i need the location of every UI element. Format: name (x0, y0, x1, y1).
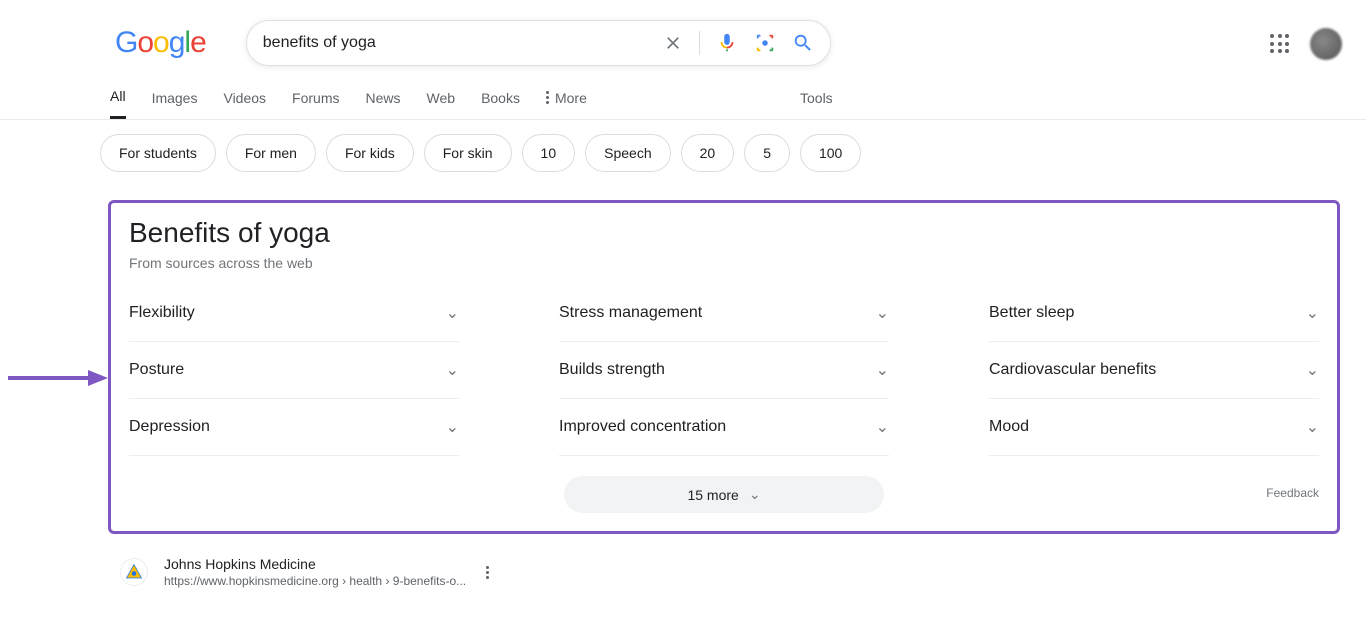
featured-title: Benefits of yoga (129, 217, 1319, 249)
benefit-item[interactable]: Stress management ⌄ (559, 297, 889, 342)
tab-all[interactable]: All (110, 88, 126, 119)
benefit-label: Better sleep (989, 304, 1074, 322)
search-icon[interactable] (792, 32, 814, 54)
chevron-down-icon: ⌄ (446, 303, 459, 323)
chevron-down-icon: ⌄ (876, 417, 889, 437)
chevron-down-icon: ⌄ (1306, 417, 1319, 437)
more-button-label: 15 more (687, 487, 738, 503)
chip-for-men[interactable]: For men (226, 134, 316, 172)
benefit-label: Stress management (559, 304, 702, 322)
chip-100[interactable]: 100 (800, 134, 861, 172)
chevron-down-icon: ⌄ (1306, 360, 1319, 380)
chip-speech[interactable]: Speech (585, 134, 670, 172)
account-avatar[interactable] (1310, 28, 1342, 60)
tab-forums[interactable]: Forums (292, 90, 339, 118)
chip-for-kids[interactable]: For kids (326, 134, 414, 172)
tab-images[interactable]: Images (152, 90, 198, 118)
result-favicon (120, 558, 148, 586)
clear-icon[interactable] (663, 33, 683, 53)
benefit-label: Posture (129, 361, 184, 379)
more-label: More (555, 90, 587, 106)
benefits-grid: Flexibility ⌄ Stress management ⌄ Better s… (129, 297, 1319, 456)
tools-button[interactable]: Tools (800, 90, 833, 118)
benefit-item[interactable]: Flexibility ⌄ (129, 297, 459, 342)
google-logo[interactable]: Google (115, 26, 206, 60)
benefit-item[interactable]: Mood ⌄ (989, 399, 1319, 456)
result-menu-icon[interactable] (486, 566, 489, 579)
apps-icon[interactable] (1268, 32, 1292, 56)
more-dots-icon (546, 91, 549, 104)
chip-for-students[interactable]: For students (100, 134, 216, 172)
tab-books[interactable]: Books (481, 90, 520, 118)
search-box[interactable] (246, 20, 831, 66)
search-result[interactable]: Johns Hopkins Medicine https://www.hopki… (0, 534, 1366, 588)
benefit-item[interactable]: Builds strength ⌄ (559, 342, 889, 399)
chip-5[interactable]: 5 (744, 134, 790, 172)
benefit-label: Improved concentration (559, 418, 726, 436)
benefit-label: Builds strength (559, 361, 665, 379)
benefit-item[interactable]: Depression ⌄ (129, 399, 459, 456)
benefit-label: Cardiovascular benefits (989, 361, 1156, 379)
tab-videos[interactable]: Videos (223, 90, 266, 118)
show-more-button[interactable]: 15 more ⌄ (564, 476, 884, 513)
featured-subtitle: From sources across the web (129, 255, 1319, 271)
result-site-name: Johns Hopkins Medicine (164, 556, 466, 572)
benefit-label: Flexibility (129, 304, 195, 322)
chevron-down-icon: ⌄ (876, 360, 889, 380)
benefit-item[interactable]: Better sleep ⌄ (989, 297, 1319, 342)
feedback-link[interactable]: Feedback (1266, 486, 1319, 500)
chevron-down-icon: ⌄ (876, 303, 889, 323)
chip-for-skin[interactable]: For skin (424, 134, 512, 172)
search-input[interactable] (263, 34, 663, 52)
chevron-down-icon: ⌄ (1306, 303, 1319, 323)
chevron-down-icon: ⌄ (446, 417, 459, 437)
arrow-annotation-icon (8, 368, 108, 388)
result-url: https://www.hopkinsmedicine.org › health… (164, 574, 466, 588)
featured-panel: Benefits of yoga From sources across the… (108, 200, 1340, 534)
benefit-label: Depression (129, 418, 210, 436)
search-tabs: All Images Videos Forums News Web Books … (0, 66, 1366, 120)
tab-web[interactable]: Web (427, 90, 456, 118)
chevron-down-icon: ⌄ (749, 486, 761, 503)
lens-search-icon[interactable] (754, 32, 776, 54)
tab-more[interactable]: More (546, 90, 587, 118)
chip-20[interactable]: 20 (681, 134, 735, 172)
benefit-item[interactable]: Cardiovascular benefits ⌄ (989, 342, 1319, 399)
tab-news[interactable]: News (366, 90, 401, 118)
benefit-label: Mood (989, 418, 1029, 436)
chip-10[interactable]: 10 (522, 134, 576, 172)
refinement-chips: For students For men For kids For skin 1… (0, 120, 1366, 172)
voice-search-icon[interactable] (716, 32, 738, 54)
benefit-item[interactable]: Improved concentration ⌄ (559, 399, 889, 456)
benefit-item[interactable]: Posture ⌄ (129, 342, 459, 399)
chevron-down-icon: ⌄ (446, 360, 459, 380)
